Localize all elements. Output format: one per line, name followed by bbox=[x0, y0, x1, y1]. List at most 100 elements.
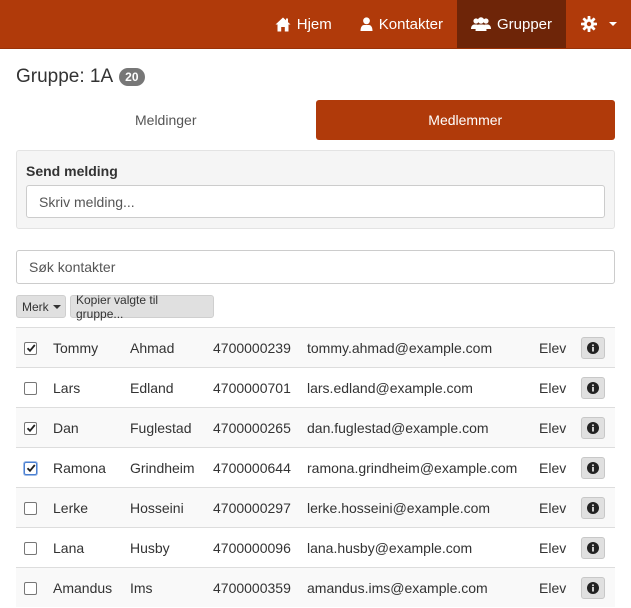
table-row: Lars Edland 4700000701 lars.edland@example.… bbox=[16, 367, 615, 407]
phone-number: 4700000701 bbox=[213, 380, 291, 396]
contact-role: Elev bbox=[539, 580, 567, 596]
row-select bbox=[24, 448, 37, 488]
send-message-label: Send melding bbox=[26, 163, 118, 179]
last-name: Fuglestad bbox=[130, 420, 192, 436]
contacts-table: Tommy Ahmad 4700000239 tommy.ahmad@example.… bbox=[16, 327, 615, 607]
nav-item-label: Kontakter bbox=[378, 15, 443, 33]
checkmark-icon bbox=[26, 344, 35, 353]
row-select bbox=[24, 368, 37, 408]
first-name: Lars bbox=[53, 380, 81, 396]
row-select bbox=[24, 328, 37, 368]
last-name: Hosseini bbox=[130, 500, 184, 516]
row-checkbox[interactable] bbox=[24, 581, 37, 595]
first-name: Tommy bbox=[53, 340, 99, 356]
phone-number: 4700000644 bbox=[213, 460, 291, 476]
contact-info-button[interactable] bbox=[581, 377, 605, 399]
email-address: lars.edland@example.com bbox=[307, 380, 473, 396]
first-name: Lerke bbox=[53, 500, 89, 516]
row-checkbox[interactable] bbox=[24, 421, 37, 435]
last-name: Ahmad bbox=[130, 340, 175, 356]
page-title: Gruppe: 1A 20 bbox=[16, 66, 145, 88]
info-icon bbox=[587, 542, 599, 554]
group-tabs: Meldinger Medlemmer bbox=[16, 100, 615, 140]
contact-info-button[interactable] bbox=[581, 337, 605, 359]
last-name: Ims bbox=[130, 580, 153, 596]
nav-item-hjem[interactable]: Hjem bbox=[261, 0, 346, 48]
table-row: Dan Fuglestad 4700000265 dan.fuglestad@exam… bbox=[16, 407, 615, 447]
contact-info-button[interactable] bbox=[581, 537, 605, 559]
select-dropdown-button[interactable]: Merk bbox=[16, 295, 66, 318]
contact-info-button[interactable] bbox=[581, 457, 605, 479]
phone-number: 4700000265 bbox=[213, 420, 291, 436]
table-row: Tommy Ahmad 4700000239 tommy.ahmad@example.… bbox=[16, 327, 615, 367]
row-select bbox=[24, 408, 37, 448]
contact-role: Elev bbox=[539, 380, 567, 396]
first-name: Amandus bbox=[53, 580, 113, 596]
send-message-panel: Send melding bbox=[16, 150, 615, 229]
contact-role: Elev bbox=[539, 340, 567, 356]
email-address: dan.fuglestad@example.com bbox=[307, 420, 489, 436]
email-address: ramona.grindheim@example.com bbox=[307, 460, 518, 476]
gear-icon bbox=[581, 16, 597, 32]
tab-meldinger[interactable]: Meldinger bbox=[16, 100, 316, 140]
nav-item-kontakter[interactable]: Kontakter bbox=[346, 0, 457, 48]
phone-number: 4700000239 bbox=[213, 340, 291, 356]
email-address: lerke.hosseini@example.com bbox=[307, 500, 491, 516]
phone-number: 4700000096 bbox=[213, 540, 291, 556]
row-select bbox=[24, 568, 37, 608]
row-checkbox[interactable] bbox=[24, 501, 37, 515]
table-row: Lerke Hosseini 4700000297 lerke.hosseini@ex… bbox=[16, 487, 615, 527]
user-icon bbox=[360, 17, 373, 31]
phone-number: 4700000297 bbox=[213, 500, 291, 516]
contact-info-button[interactable] bbox=[581, 417, 605, 439]
message-input[interactable] bbox=[26, 185, 605, 218]
member-count-badge: 20 bbox=[119, 68, 145, 86]
contact-info-button[interactable] bbox=[581, 577, 605, 599]
copy-to-group-button[interactable]: Kopier valgte til gruppe... bbox=[70, 293, 214, 321]
last-name: Edland bbox=[130, 380, 174, 396]
info-icon bbox=[587, 582, 599, 594]
first-name: Ramona bbox=[53, 460, 106, 476]
row-checkbox[interactable] bbox=[24, 381, 37, 395]
table-row: Ramona Grindheim 4700000644 ramona.grindhei… bbox=[16, 447, 615, 487]
settings-dropdown[interactable] bbox=[566, 0, 631, 48]
info-icon bbox=[587, 422, 599, 434]
chevron-down-icon bbox=[609, 22, 617, 26]
checkmark-icon bbox=[26, 424, 35, 433]
top-navbar: Hjem Kontakter Grupper bbox=[0, 0, 631, 49]
email-address: amandus.ims@example.com bbox=[307, 580, 488, 596]
info-icon bbox=[587, 502, 599, 514]
nav-menu: Hjem Kontakter Grupper bbox=[261, 0, 631, 48]
chevron-down-icon bbox=[52, 304, 61, 309]
home-icon bbox=[275, 17, 291, 31]
row-select bbox=[24, 528, 37, 568]
info-icon bbox=[587, 462, 599, 474]
last-name: Grindheim bbox=[130, 460, 195, 476]
users-icon bbox=[470, 17, 491, 31]
first-name: Dan bbox=[53, 420, 79, 436]
contact-role: Elev bbox=[539, 460, 567, 476]
contact-role: Elev bbox=[539, 420, 567, 436]
row-select bbox=[24, 488, 37, 528]
contact-role: Elev bbox=[539, 500, 567, 516]
contact-role: Elev bbox=[539, 540, 567, 556]
group-title: Gruppe: 1A bbox=[16, 66, 114, 87]
table-row: Amandus Ims 4700000359 amandus.ims@example.… bbox=[16, 567, 615, 607]
email-address: lana.husby@example.com bbox=[307, 540, 473, 556]
nav-item-label: Hjem bbox=[296, 15, 332, 33]
info-icon bbox=[587, 342, 599, 354]
phone-number: 4700000359 bbox=[213, 580, 291, 596]
nav-item-grupper[interactable]: Grupper bbox=[456, 0, 566, 48]
contact-info-button[interactable] bbox=[581, 497, 605, 519]
table-row: Lana Husby 4700000096 lana.husby@example.co… bbox=[16, 527, 615, 567]
select-label: Merk bbox=[22, 299, 49, 314]
nav-item-label: Grupper bbox=[496, 15, 552, 33]
info-icon bbox=[587, 382, 599, 394]
checkmark-icon bbox=[26, 464, 35, 473]
row-checkbox[interactable] bbox=[24, 341, 37, 355]
search-input[interactable] bbox=[16, 250, 615, 284]
first-name: Lana bbox=[53, 540, 85, 556]
row-checkbox[interactable] bbox=[24, 461, 37, 475]
row-checkbox[interactable] bbox=[24, 541, 37, 555]
tab-medlemmer[interactable]: Medlemmer bbox=[315, 100, 615, 140]
